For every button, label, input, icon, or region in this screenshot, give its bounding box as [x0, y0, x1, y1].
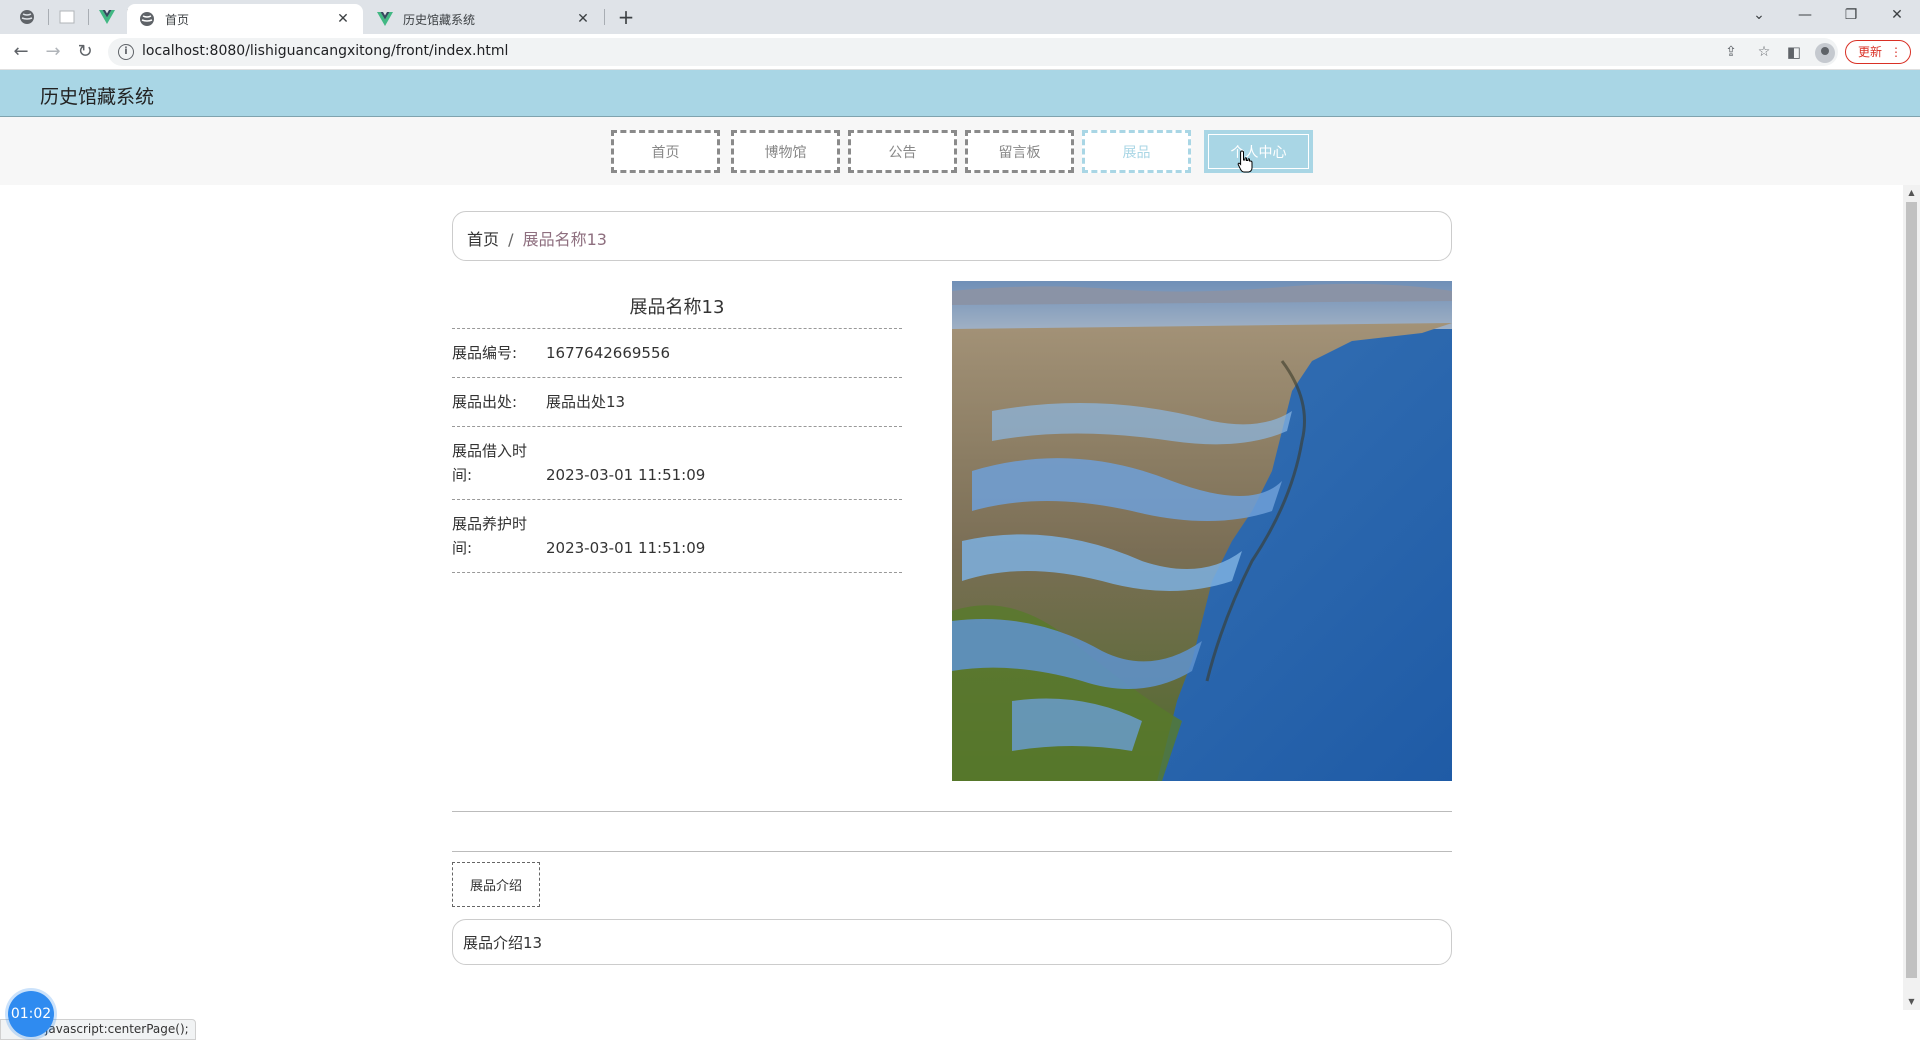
update-label: 更新	[1858, 45, 1883, 59]
site-header: 历史馆藏系统	[0, 70, 1920, 117]
detail-value: 2023-03-01 11:51:09	[546, 539, 706, 557]
hand-cursor-icon	[1237, 150, 1253, 173]
bookmark-star-icon[interactable]: ☆	[1755, 43, 1773, 61]
detail-row: 展品借入时间: 2023-03-01 11:51:09	[452, 427, 902, 500]
site-info-icon[interactable]: i	[118, 44, 134, 60]
detail-label: 展品养护时间:	[452, 515, 528, 557]
update-button[interactable]: 更新 ⋮	[1845, 40, 1911, 64]
address-bar[interactable]: i localhost:8080/lishiguancangxitong/fro…	[108, 38, 1838, 66]
nav-home[interactable]: 首页	[611, 130, 720, 173]
browser-tab-bar: 首页 ✕ 历史馆藏系统 ✕ + ⌄ — ❐ ✕	[0, 0, 1920, 34]
exhibit-name: 展品名称13	[452, 281, 902, 329]
tab-title: 历史馆藏系统	[403, 12, 476, 27]
vue-logo-icon	[377, 11, 393, 27]
breadcrumb-home-link[interactable]: 首页	[467, 230, 499, 249]
address-toolbar: ← → ↻ i localhost:8080/lishiguancangxito…	[0, 34, 1920, 70]
minimize-button[interactable]: —	[1782, 0, 1828, 30]
nav-personal-center[interactable]: 个人中心	[1204, 130, 1313, 173]
nav-announcements[interactable]: 公告	[848, 130, 957, 173]
share-icon[interactable]: ⇪	[1722, 43, 1740, 61]
globe-icon	[139, 11, 155, 27]
tab-system[interactable]: 历史馆藏系统 ✕	[365, 4, 603, 34]
pinned-tab-globe[interactable]	[10, 4, 44, 30]
restore-button[interactable]: ❐	[1828, 0, 1874, 30]
close-tab-icon[interactable]: ✕	[575, 11, 591, 27]
scroll-down-arrow-icon[interactable]: ▼	[1906, 996, 1917, 1008]
section-divider	[452, 811, 1452, 812]
url-text: localhost:8080/lishiguancangxitong/front…	[142, 43, 509, 59]
detail-label: 展品借入时间:	[452, 442, 528, 484]
breadcrumb-separator: /	[508, 230, 514, 249]
recording-timer[interactable]: 01:02	[8, 991, 54, 1037]
tab-title: 首页	[165, 12, 190, 27]
exhibit-image	[952, 281, 1452, 781]
nav-message-board[interactable]: 留言板	[965, 130, 1074, 173]
tab-search-icon[interactable]: ⌄	[1736, 0, 1782, 30]
section-divider	[452, 851, 1452, 852]
forward-arrow-icon[interactable]: →	[41, 40, 65, 64]
reload-icon[interactable]: ↻	[73, 40, 97, 64]
vue-logo-icon	[99, 10, 115, 24]
detail-value: 2023-03-01 11:51:09	[546, 466, 706, 484]
detail-label: 展品出处:	[452, 393, 518, 411]
profile-avatar-icon[interactable]	[1815, 43, 1835, 63]
exhibit-intro-text: 展品介绍13	[452, 919, 1452, 965]
close-tab-icon[interactable]: ✕	[335, 11, 351, 27]
blank-page-icon	[59, 10, 75, 24]
tab-home[interactable]: 首页 ✕	[127, 4, 363, 34]
breadcrumb-current: 展品名称13	[522, 230, 607, 249]
scrollbar-thumb[interactable]	[1906, 202, 1917, 978]
detail-row: 展品编号: 1677642669556	[452, 329, 902, 378]
detail-row: 展品出处: 展品出处13	[452, 378, 902, 427]
main-nav: 首页 博物馆 公告 留言板 展品 个人中心	[0, 117, 1920, 185]
detail-row: 展品养护时间: 2023-03-01 11:51:09	[452, 500, 902, 573]
scroll-up-arrow-icon[interactable]: ▲	[1906, 187, 1917, 199]
breadcrumb: 首页 / 展品名称13	[452, 211, 1452, 261]
exhibit-details: 展品名称13 展品编号: 1677642669556 展品出处: 展品出处13 …	[452, 281, 902, 573]
new-tab-button[interactable]: +	[614, 6, 638, 30]
detail-value: 展品出处13	[546, 393, 626, 411]
nav-museum[interactable]: 博物馆	[731, 130, 840, 173]
pinned-tab-vue[interactable]	[90, 4, 124, 30]
nav-exhibits[interactable]: 展品	[1082, 130, 1191, 173]
globe-icon	[20, 10, 34, 24]
back-arrow-icon[interactable]: ←	[9, 40, 33, 64]
side-panel-icon[interactable]: ◧	[1784, 42, 1804, 62]
detail-value: 1677642669556	[546, 344, 671, 362]
site-title: 历史馆藏系统	[40, 86, 155, 108]
pinned-tab-blank[interactable]	[50, 4, 84, 30]
tab-exhibit-intro[interactable]: 展品介绍	[452, 862, 540, 907]
detail-label: 展品编号:	[452, 344, 518, 362]
more-menu-icon: ⋮	[1890, 45, 1902, 59]
close-window-button[interactable]: ✕	[1874, 0, 1920, 30]
